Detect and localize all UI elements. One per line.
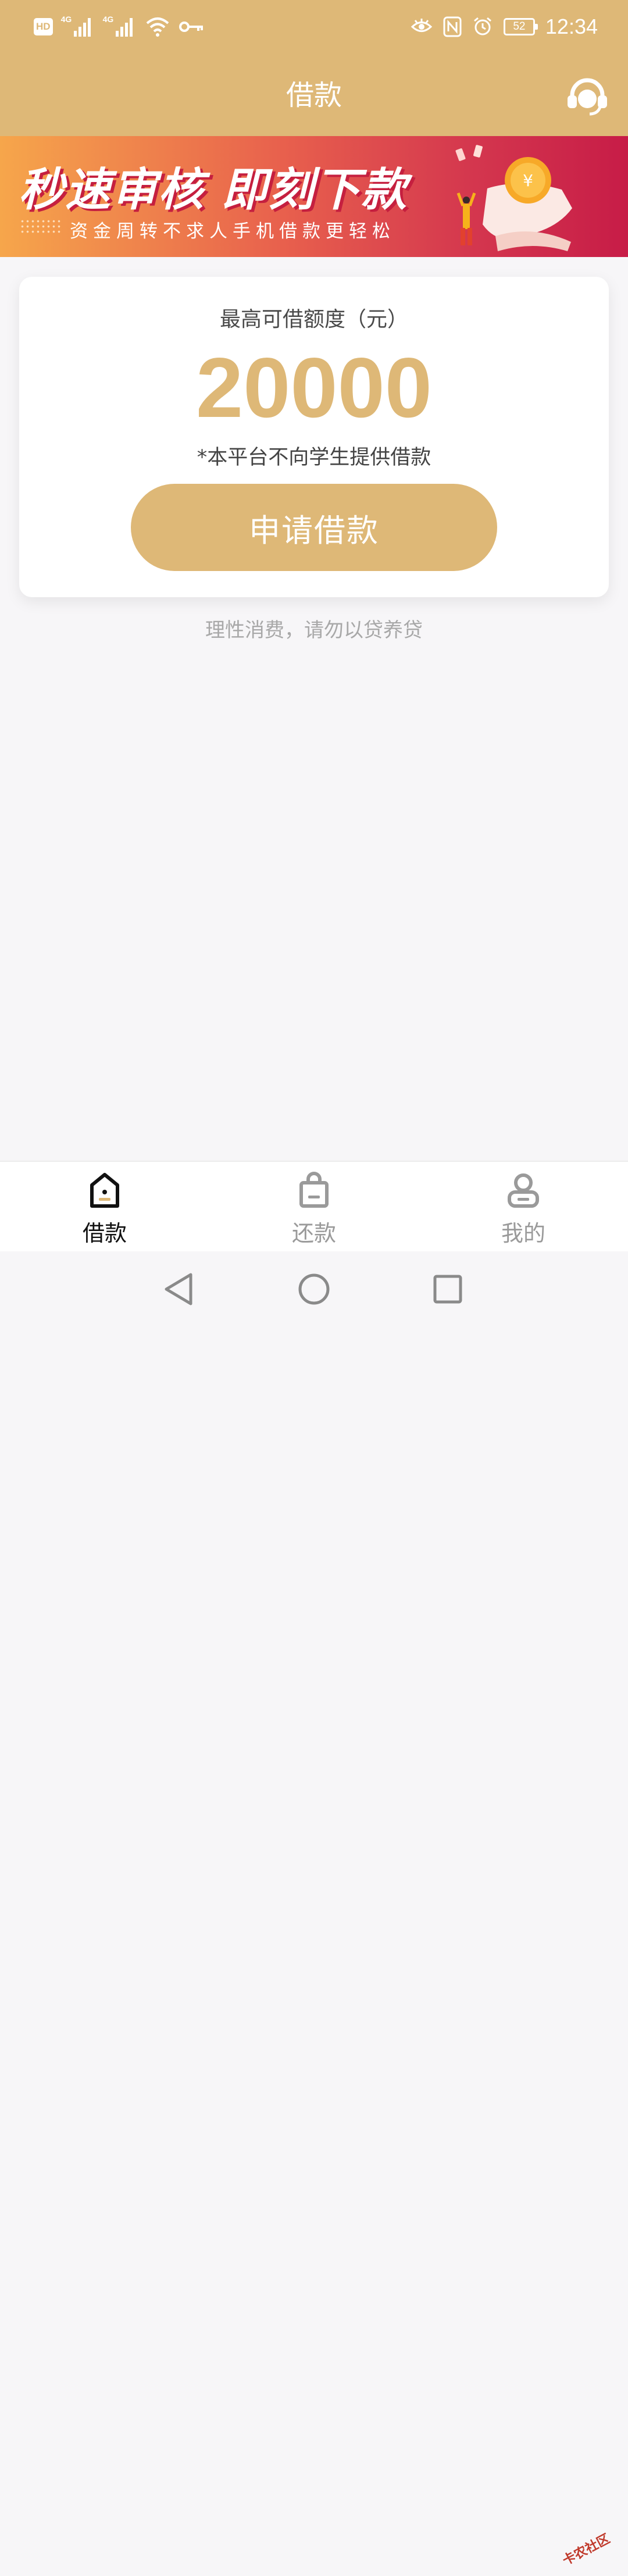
wifi-icon [146,17,169,37]
promo-banner[interactable]: 秒速审核 即刻下款 资金周转不求人手机借款更轻松 ¥ [0,136,628,257]
battery-level: 52 [513,20,526,33]
battery-indicator: 52 [503,18,538,35]
eye-comfort-icon [411,19,433,32]
loan-icon [90,1173,119,1208]
banner-headline: 秒速审核 即刻下款 [19,164,408,216]
credit-limit-label: 最高可借额度（元） [219,308,408,331]
signal-icon-1: 4G [60,15,95,38]
headset-icon[interactable] [564,73,611,120]
loan-card: 最高可借额度（元） 20000 *本平台不向学生提供借款 申请借款 [19,277,609,597]
status-right: 52 12:34 [411,12,598,42]
banner-subline: 资金周转不求人手机借款更轻松 [70,221,395,242]
apply-loan-button[interactable]: 申请借款 [131,484,497,571]
signal-icon-2: 4G [102,15,137,38]
vpn-key-icon [179,22,203,32]
tab-mine[interactable]: 我的 [419,1162,628,1253]
system-nav-bar: 卡农社区 [0,1251,628,2568]
recents-icon[interactable] [427,1269,468,1310]
svg-text:¥: ¥ [523,171,533,190]
status-bar: HD 4G 4G 52 12:34 [0,0,628,52]
alarm-icon [473,17,491,35]
hd-badge: HD [34,18,53,35]
network-type-2: 4G [102,15,114,24]
responsible-borrowing-tip: 理性消费，请勿以贷养贷 [205,619,423,642]
home-icon[interactable] [294,1269,334,1310]
bottom-tab-bar: 借款 还款 我的 [0,1161,628,1253]
tab-label-loan: 借款 [82,1221,127,1246]
tab-label-mine: 我的 [501,1221,545,1246]
watermark-text: 卡农社区 [560,2531,613,2569]
back-icon[interactable] [158,1269,199,1310]
page-title: 借款 [286,79,342,112]
profile-icon [508,1173,539,1208]
tab-repay[interactable]: 还款 [209,1162,419,1253]
app-header: HD 4G 4G 52 12:34 借款 [0,0,628,136]
tab-label-repay: 还款 [291,1221,336,1246]
status-left: HD 4G 4G [34,14,205,40]
banner-dots-decoration [20,219,62,235]
nfc-icon [443,16,462,37]
repay-icon [299,1172,329,1208]
status-time: 12:34 [545,15,598,38]
community-watermark: 卡农社区 [555,2516,627,2576]
tab-loan[interactable]: 借款 [0,1162,209,1253]
credit-limit-amount: 20000 [196,340,432,435]
coin-illustration: ¥ [455,145,572,251]
network-type-1: 4G [60,15,72,24]
student-notice: *本平台不向学生提供借款 [197,446,431,469]
